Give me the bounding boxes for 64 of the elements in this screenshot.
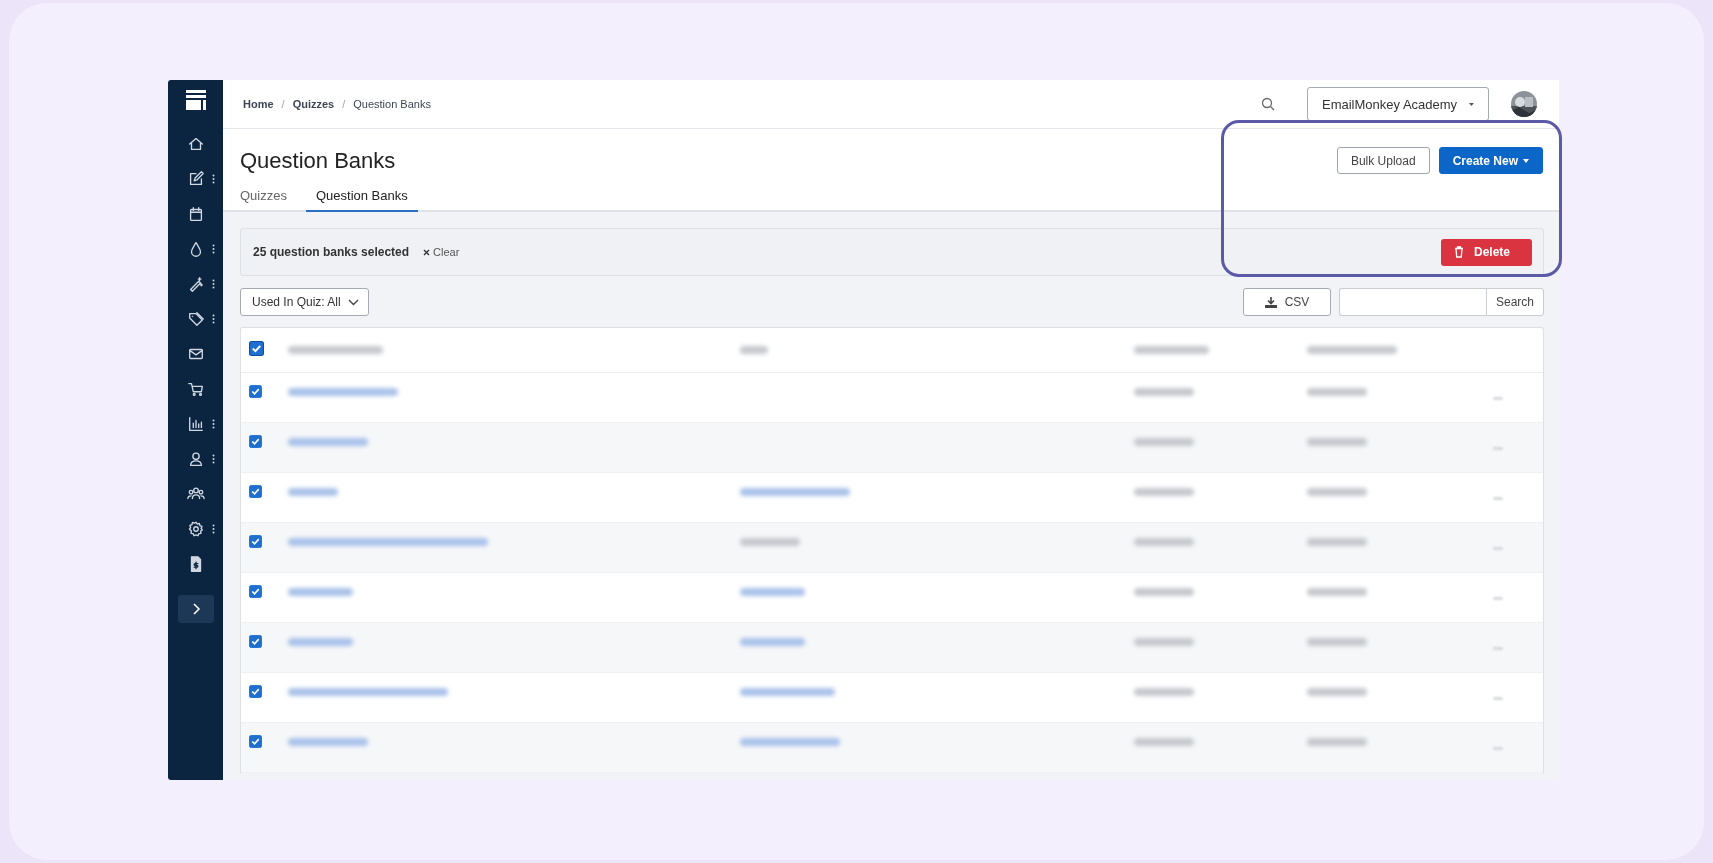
blurred-text (1307, 388, 1367, 396)
expand-button[interactable] (177, 595, 214, 623)
blurred-text (1307, 588, 1367, 596)
blurred-text (1134, 538, 1194, 546)
page-title: Question Banks (240, 147, 396, 174)
selection-count: 25 question banks selected (253, 245, 410, 259)
caret-icon (1523, 158, 1529, 163)
breadcrumb-separator: / (342, 98, 346, 110)
breadcrumb[interactable]: Quizzes (292, 98, 335, 110)
more-icon[interactable] (212, 454, 215, 464)
blurred-text (740, 346, 768, 354)
blurred-text (1134, 388, 1194, 396)
blurred-text (1134, 638, 1194, 646)
search-field[interactable] (1339, 288, 1486, 316)
caret-icon (1469, 101, 1474, 107)
blurred-text (1307, 488, 1367, 496)
more-icon[interactable] (212, 524, 215, 534)
checkbox[interactable] (249, 485, 262, 498)
logo-icon[interactable] (183, 88, 208, 112)
more-icon[interactable] (212, 419, 215, 429)
blurred-text (1307, 688, 1367, 696)
clear-link[interactable]: Clear (423, 246, 460, 258)
download-icon (1264, 296, 1277, 308)
delete-button[interactable]: Delete (1440, 238, 1532, 266)
more-icon[interactable] (212, 279, 215, 289)
checkbox[interactable] (249, 385, 262, 398)
trash-icon (1453, 246, 1464, 258)
create-new-button[interactable]: Create New (1438, 147, 1543, 174)
checkbox[interactable] (249, 535, 262, 548)
search-icon[interactable] (1261, 97, 1275, 111)
csv-button[interactable]: CSV (1243, 288, 1331, 316)
settings-icon[interactable] (186, 519, 205, 538)
account-dropdown[interactable]: EmailMonkey Academy (1307, 87, 1489, 121)
close-icon (423, 248, 431, 256)
bar-chart-icon[interactable] (186, 414, 205, 433)
tags-icon[interactable] (186, 309, 205, 328)
checkbox[interactable] (249, 435, 262, 448)
chevron-right-icon (190, 603, 201, 615)
checkbox[interactable] (249, 735, 262, 748)
checkbox[interactable] (249, 585, 262, 598)
checkbox[interactable] (249, 635, 262, 648)
checkbox[interactable] (249, 340, 264, 356)
blurred-text (1307, 638, 1367, 646)
breadcrumb: Question Banks (353, 98, 431, 110)
breadcrumb-separator: / (281, 98, 285, 110)
tab[interactable]: Quizzes (240, 184, 287, 212)
breadcrumb[interactable]: Home (243, 98, 274, 110)
chevron-down-icon (347, 298, 359, 306)
tab[interactable]: Question Banks (305, 184, 418, 212)
more-icon[interactable] (212, 244, 215, 254)
blurred-text (1134, 588, 1194, 596)
search-button[interactable]: Search (1485, 288, 1544, 316)
blurred-text (1134, 688, 1194, 696)
blurred-text (1307, 738, 1367, 746)
blurred-text (1307, 438, 1367, 446)
filter-dropdown[interactable]: Used In Quiz: All (240, 288, 369, 316)
checkbox[interactable] (249, 685, 262, 698)
more-icon[interactable] (212, 314, 215, 324)
blurred-text (1134, 488, 1194, 496)
blurred-text (1134, 438, 1194, 446)
more-icon[interactable] (212, 174, 215, 184)
blurred-text (1134, 738, 1194, 746)
bulk-upload-button[interactable]: Bulk Upload (1336, 147, 1430, 174)
blurred-text (1307, 538, 1367, 546)
